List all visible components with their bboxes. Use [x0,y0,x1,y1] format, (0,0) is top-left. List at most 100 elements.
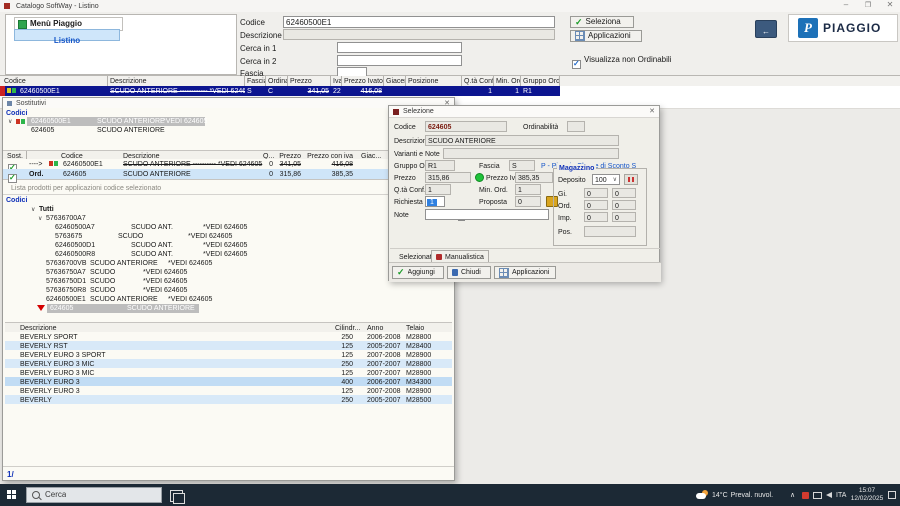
menu-panel: Menù Piaggio Listino [5,14,237,75]
tree-desc: SCUDO [90,277,115,286]
tree-item[interactable]: 62460500R8 SCUDO ANT. *VEDI 624605 [3,250,443,259]
sel-gruppo-field[interactable]: R1 [425,160,455,171]
table-row[interactable]: BEVERLY EURO 3 400 2006-2007 M34300 [5,377,452,386]
col-descrizione[interactable]: Descrizione [108,76,245,86]
sel-prezzo-ivato-field[interactable]: 385,35 [515,172,553,183]
sel-note-field[interactable] [425,209,549,220]
table-row[interactable]: BEVERLY RST 125 2005-2007 M28400 [5,341,452,350]
sel-qta-field[interactable]: 1 [425,184,451,195]
table-row[interactable]: BEVERLY EURO 3 SPORT 125 2007-2008 M2890… [5,350,452,359]
col-fascia[interactable]: Fascia [245,76,266,86]
cerca2-input[interactable] [337,55,462,66]
notification-icon[interactable] [888,491,896,499]
sost-checkbox[interactable] [8,174,17,183]
tab-manualistica-label: Manualistica [445,253,484,262]
col-gruppo-ord[interactable]: Gruppo Ord. [521,76,560,86]
col-min-ord[interactable]: Min. Ord. [494,76,521,86]
chiudi-button[interactable]: Chiudi [447,266,491,279]
sel-prezzo-field[interactable]: 315,86 [425,172,471,183]
chevron-down-icon[interactable]: ∨ [31,206,35,213]
app-telaio: M28900 [404,368,444,377]
sost-codice: 624605 [61,169,121,179]
col-giacenza[interactable]: Giacenza [384,76,406,86]
item-flag-icon [12,88,16,93]
chevron-down-icon[interactable]: ∨ [38,215,42,222]
col-iva[interactable]: Iva [331,76,342,86]
sel-descrizione-field[interactable]: SCUDO ANTERIORE [425,135,619,146]
table-row[interactable]: BEVERLY EURO 3 MIC 125 2007-2007 M28900 [5,368,452,377]
tree-code: 57636750R8 [46,286,86,295]
back-button[interactable]: ← [755,20,777,38]
language-indicator[interactable]: ITA [836,491,846,500]
task-view-icon[interactable] [170,490,183,502]
sel-fascia-field[interactable]: S [509,160,535,171]
sel-ordinabilita-field[interactable] [567,121,585,132]
app-desc: BEVERLY EURO 3 MIC [18,359,268,368]
close-button[interactable]: ✕ [882,0,898,12]
tray-chevron-icon[interactable]: ∧ [790,491,795,500]
tree-parent-row[interactable]: ∨ 62460500E1 SCUDO ANTERIORE *VEDI 62460… [3,117,443,126]
menu-label: Menù Piaggio [30,19,82,29]
table-row[interactable]: BEVERLY SPORT 250 2006-2008 M28800 [5,332,452,341]
sost-row-new[interactable]: Ord. 624605 SCUDO ANTERIORE 0 315,86 385… [3,169,454,180]
applicazioni-label: Applicazioni [512,268,549,277]
clock[interactable]: 15:07 12/02/2025 [850,487,884,504]
tree-item[interactable]: ∨ 57636700A7 [3,214,443,223]
col-qta-conf[interactable]: Q.tà Conf. [462,76,494,86]
tree-item[interactable]: 5763675 SCUDO *VEDI 624605 [3,232,443,241]
col-prezzo-ivato[interactable]: Prezzo Ivato [342,76,384,86]
tree-item[interactable]: 62460500E1 SCUDO ANTERIORE *VEDI 624605 [3,295,443,304]
sel-proposta-field[interactable]: 0 [515,196,541,207]
start-button[interactable] [0,484,24,506]
taskbar-search[interactable]: Cerca [26,487,162,503]
cell-qta-conf: 1 [462,86,494,96]
codice-input[interactable]: 62460500E1 [283,16,555,28]
col-posizione[interactable]: Posizione [406,76,462,86]
check-icon: ✓ [397,267,405,278]
tree-child-row[interactable]: 624605 SCUDO ANTERIORE [3,126,443,135]
sel-varianti-field[interactable] [443,148,619,159]
cerca1-input[interactable] [337,42,462,53]
sel-richiesta-field[interactable]: 1 [425,196,445,207]
weather-widget[interactable]: 14°C Preval. nuvol. [696,486,786,504]
col-ordinabilita[interactable]: Ordinabilità [266,76,288,86]
app-anno: 2006-2007 [365,377,403,386]
col-prezzo[interactable]: Prezzo [288,76,331,86]
sel-codice-field[interactable]: 624605 [425,121,507,132]
sost-row-old[interactable]: ----> 62460500E1 SCUDO ANTERIORE -------… [3,159,454,169]
col-codice[interactable]: Codice [2,76,108,86]
table-row[interactable]: BEVERLY EURO 3 MIC 250 2007-2007 M28800 [5,359,452,368]
magazzino-icon[interactable] [624,174,638,185]
table-row[interactable]: BEVERLY EURO 3 125 2007-2008 M28900 [5,386,452,395]
chevron-down-icon[interactable]: ∨ [8,118,12,125]
sostitutivi-title: Sostitutivi [16,99,440,108]
table-row[interactable]: BEVERLY 250 2005-2007 M28500 [5,395,452,404]
tree-item-root[interactable]: ∨ Tutti [3,205,443,214]
tree-item[interactable]: 57636700VB SCUDO ANTERIORE *VEDI 624605 [3,259,443,268]
deposito-select[interactable]: 100 ∨ [592,174,620,185]
minimize-button[interactable]: – [838,0,854,12]
listino-selected-row[interactable]: 62460500E1 SCUDO ANTERIORE ------------ … [0,86,900,96]
tree-item[interactable]: 62460500A7 SCUDO ANT. *VEDI 624605 [3,223,443,232]
item-flag-icon [7,88,11,93]
tree-item[interactable]: 57636750D1 SCUDO *VEDI 624605 [3,277,443,286]
sel-min-ord-field[interactable]: 1 [515,184,541,195]
applicazioni-button[interactable]: Applicazioni [570,30,642,42]
close-icon[interactable]: ✕ [649,107,655,116]
aggiungi-button[interactable]: ✓ Aggiungi [392,266,444,279]
tray-red-icon[interactable] [802,492,809,499]
descrizione-input[interactable] [283,29,555,40]
cell-min-ord: 1 [494,86,521,96]
visualizza-checkbox[interactable] [572,60,581,69]
seleziona-button[interactable]: ✓ Seleziona [570,16,634,28]
sidebar-item-listino[interactable]: Listino [14,29,120,41]
display-icon[interactable] [813,492,822,499]
speaker-icon[interactable] [826,492,832,498]
tree-item[interactable]: 57636750R8 SCUDO *VEDI 624605 [3,286,443,295]
tree-item[interactable]: 62460500D1 SCUDO ANT. *VEDI 624605 [3,241,443,250]
tree-item-selected[interactable]: 624605 SCUDO ANTERIORE [3,304,443,313]
sel-codice-label: Codice [394,123,416,132]
tree-item[interactable]: 57636750A7 SCUDO *VEDI 624605 [3,268,443,277]
maximize-button[interactable]: ❐ [860,1,876,12]
applicazioni-dialog-button[interactable]: Applicazioni [494,266,556,279]
